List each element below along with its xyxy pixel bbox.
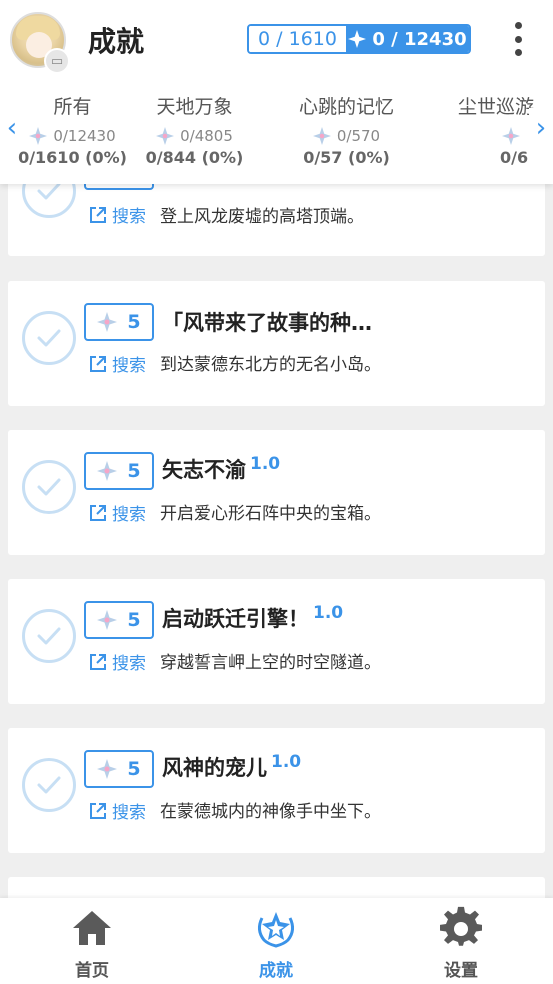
version-tag: 1.0	[271, 752, 302, 772]
more-menu-button[interactable]	[507, 22, 529, 56]
achievement-description: 开启爱心形石阵中央的宝箱。	[160, 504, 381, 524]
achievement-title: 矢志不渝 1.0	[162, 454, 281, 482]
primogem-icon	[97, 312, 118, 332]
achievement-card[interactable]: 5 矢志不渝 1.0 搜索 开启爱心形石阵中央的宝箱。	[8, 430, 545, 555]
tab-count: 0/1610 (0%)	[18, 148, 127, 167]
reward-badge: 5	[84, 750, 154, 788]
achievement-title: 「风带来了故事的种…	[162, 311, 372, 335]
tab-name: 天地万象	[156, 96, 233, 118]
category-tabs: ‹ 所有 0/12430 0/1610 (0%) 天地万象 0/4805 0/8…	[0, 78, 553, 184]
nav-label: 首页	[75, 961, 109, 981]
primogem-count-box: 0 / 12430	[346, 26, 469, 52]
complete-checkbox[interactable]	[22, 758, 76, 812]
achievement-card[interactable]: 5 风神的宠儿 1.0 搜索 在蒙德城内的神像手中坐下。	[8, 728, 545, 853]
search-link[interactable]: 搜索	[88, 798, 146, 823]
nav-settings[interactable]: 设置	[406, 906, 516, 981]
primogem-icon	[29, 127, 48, 145]
primogem-icon	[502, 127, 520, 145]
page-title: 成就	[88, 25, 145, 58]
tab-gems: 0/4805	[180, 127, 233, 145]
tab-tiandi[interactable]: 天地万象 0/4805 0/844 (0%)	[132, 92, 257, 167]
complete-checkbox[interactable]	[22, 460, 76, 514]
tab-gems: 0/570	[336, 127, 381, 145]
reward-badge: 5	[84, 303, 154, 341]
external-link-icon	[90, 653, 106, 670]
nav-label: 设置	[444, 961, 478, 981]
home-icon	[73, 911, 111, 945]
primogem-icon	[97, 759, 118, 779]
complete-checkbox[interactable]	[22, 609, 76, 663]
bottom-nav: 首页 成就 设置	[0, 898, 553, 984]
reward-badge: 5	[84, 452, 154, 490]
check-icon	[37, 329, 61, 347]
reward-badge: 5	[84, 601, 154, 639]
tab-heartbeat[interactable]: 心跳的记忆 0/570 0/57 (0%)	[284, 92, 409, 167]
check-icon	[37, 776, 61, 794]
search-link[interactable]: 搜索	[88, 500, 146, 525]
nav-label: 成就	[259, 961, 293, 981]
external-link-icon	[90, 802, 106, 819]
check-icon	[37, 478, 61, 496]
achievement-title: 启动跃迁引擎！ 1.0	[162, 603, 344, 631]
tab-gems: 0/12430	[53, 127, 116, 145]
check-icon	[37, 627, 61, 645]
achievement-description: 登上风龙废墟的高塔顶端。	[160, 207, 364, 227]
tab-count: 0/844 (0%)	[145, 148, 244, 167]
nav-achievements[interactable]: 成就	[221, 906, 331, 981]
version-tag: 1.0	[313, 603, 344, 623]
achievement-title: 风神的宠儿 1.0	[162, 752, 302, 780]
achievement-description: 在蒙德城内的神像手中坐下。	[160, 802, 381, 822]
achievement-icon	[257, 912, 295, 948]
search-link[interactable]: 搜索	[88, 351, 146, 376]
search-link[interactable]: 搜索	[88, 202, 146, 227]
external-link-icon	[90, 206, 106, 223]
chevron-right-icon[interactable]: ›	[529, 108, 553, 148]
external-link-icon	[90, 355, 106, 372]
achievement-description: 到达蒙德东北方的无名小岛。	[160, 355, 381, 375]
primogem-icon	[156, 127, 175, 145]
primogem-icon	[97, 461, 118, 481]
primogem-icon	[97, 610, 118, 630]
achievement-description: 穿越誓言岬上空的时空隧道。	[160, 653, 381, 673]
achievement-card[interactable]: 5 启动跃迁引擎！ 1.0 搜索 穿越誓言岬上空的时空隧道。	[8, 579, 545, 704]
external-link-icon	[90, 504, 106, 521]
tab-all[interactable]: 所有 0/12430 0/1610 (0%)	[10, 92, 135, 167]
complete-checkbox[interactable]	[22, 311, 76, 365]
tab-name: 心跳的记忆	[298, 96, 394, 118]
progress-counter: 0 / 1610 0 / 12430	[247, 24, 471, 54]
achievement-count: 0 / 1610	[249, 26, 346, 52]
achievement-card[interactable]: 5 「风带来了故事的种… 搜索 到达蒙德东北方的无名小岛。	[8, 281, 545, 406]
tab-count: 0/57 (0%)	[303, 148, 390, 167]
account-switch-icon[interactable]: ▭	[44, 48, 70, 74]
version-tag: 1.0	[250, 454, 281, 474]
tab-count: 0/6	[500, 148, 529, 167]
gear-icon	[440, 906, 482, 946]
app-header: ▭ 成就 0 / 1610 0 / 12430	[0, 0, 553, 78]
primogem-count: 0 / 12430	[372, 28, 467, 50]
tab-name: 所有	[53, 96, 92, 118]
nav-home[interactable]: 首页	[37, 906, 147, 981]
primogem-icon	[348, 30, 367, 48]
search-link[interactable]: 搜索	[88, 649, 146, 674]
primogem-icon	[312, 127, 331, 145]
